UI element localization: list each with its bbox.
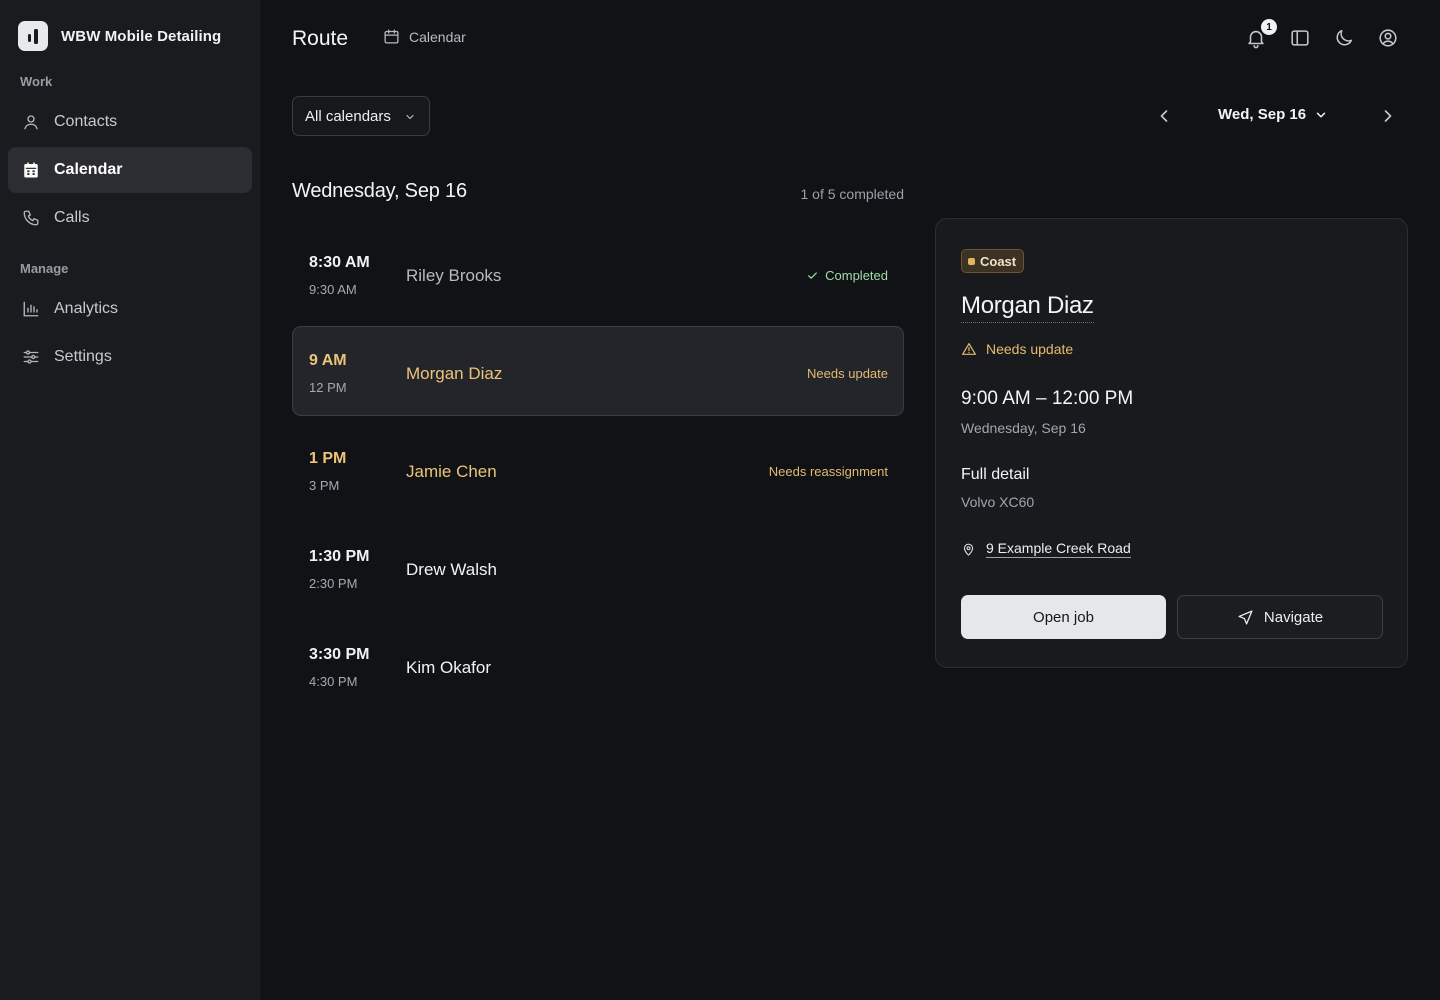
job-status-label: Needs update — [807, 366, 888, 381]
job-customer-name: Kim Okafor — [406, 658, 492, 677]
job-row[interactable]: 8:30 AM 9:30 AM Riley Brooks Completed — [292, 228, 904, 318]
navigate-button[interactable]: Navigate — [1177, 595, 1383, 639]
address-link[interactable]: 9 Example Creek Road — [961, 540, 1131, 558]
sidebar-item-calls[interactable]: Calls — [8, 195, 252, 241]
navigate-label: Navigate — [1263, 608, 1324, 626]
sidebar-item-label: Settings — [54, 348, 112, 365]
job-status-label: Needs reassignment — [768, 464, 888, 479]
sidebar-item-label: Contacts — [54, 113, 118, 130]
sidebar-item-analytics[interactable]: Analytics — [8, 286, 252, 332]
calendar-icon — [384, 29, 399, 44]
job-row[interactable]: 9 AM 12 PM Morgan Diaz Needs update — [292, 326, 904, 416]
sidebar-item-label: Calls — [54, 209, 90, 226]
notification-count-badge: 1 — [1261, 19, 1277, 35]
job-row[interactable]: 3:30 PM 4:30 PM Kim Okafor — [292, 620, 904, 710]
toggle-panel-button[interactable] — [1289, 27, 1311, 49]
open-job-label: Open job — [1033, 608, 1094, 626]
date-picker[interactable]: Wed, Sep 16 — [1218, 106, 1328, 123]
app-name: WBW Mobile Detailing — [61, 27, 222, 45]
map-pin-icon — [963, 543, 974, 556]
completion-progress: 1 of 5 completed — [800, 186, 904, 202]
section-label-work: Work — [20, 74, 53, 89]
job-start-time: 8:30 AM — [309, 254, 370, 271]
warning-icon — [962, 343, 976, 355]
region-tag: Coast — [961, 249, 1025, 273]
sidebar-item-calendar[interactable]: Calendar — [8, 147, 252, 193]
chevron-down-icon — [406, 114, 414, 120]
job-customer-name: Morgan Diaz — [406, 364, 503, 383]
job-row[interactable]: 1 PM 3 PM Jamie Chen Needs reassignment — [292, 424, 904, 514]
previous-day-button[interactable] — [1154, 106, 1174, 126]
sliders-icon — [23, 350, 39, 364]
theme-toggle-button[interactable] — [1333, 27, 1355, 49]
breadcrumb[interactable]: Calendar — [383, 28, 466, 45]
page-title: Route — [292, 27, 349, 50]
chevron-right-icon — [1384, 110, 1392, 122]
user-circle-icon — [1379, 29, 1397, 47]
chevron-down-icon — [1316, 111, 1326, 118]
tag-color-dot — [968, 257, 975, 265]
job-row[interactable]: 1:30 PM 2:30 PM Drew Walsh — [292, 522, 904, 612]
chevron-left-icon — [1160, 110, 1168, 122]
detail-date: Wednesday, Sep 16 — [961, 420, 1086, 436]
job-start-time: 1:30 PM — [309, 548, 370, 565]
sidebar-item-contacts[interactable]: Contacts — [8, 99, 252, 145]
detail-status: Needs update — [961, 341, 1073, 357]
current-date: Wed, Sep 16 — [1218, 106, 1307, 123]
detail-status-label: Needs update — [986, 341, 1074, 357]
breadcrumb-label: Calendar — [409, 28, 466, 45]
job-start-time: 1 PM — [309, 450, 347, 467]
region-tag-label: Coast — [980, 253, 1017, 269]
customer-name[interactable]: Morgan Diaz — [961, 292, 1094, 323]
job-status: Completed — [806, 268, 888, 283]
day-heading: Wednesday, Sep 16 — [292, 180, 467, 202]
app-logo-icon — [18, 21, 48, 51]
job-end-time: 2:30 PM — [309, 576, 358, 591]
job-status-label: Completed — [825, 268, 888, 283]
sidebar-panel-icon — [1291, 30, 1309, 46]
job-end-time: 9:30 AM — [309, 282, 357, 297]
sidebar-item-label: Analytics — [54, 300, 119, 317]
open-job-button[interactable]: Open job — [961, 595, 1166, 639]
phone-icon — [23, 210, 39, 226]
calendar-filter-value: All calendars — [305, 107, 391, 125]
job-end-time: 12 PM — [309, 380, 347, 395]
vehicle-name: Volvo XC60 — [961, 494, 1035, 510]
sidebar: WBW Mobile Detailing Work Contacts Calen… — [0, 0, 260, 1000]
user-icon — [24, 115, 38, 130]
job-customer-name: Drew Walsh — [406, 560, 497, 579]
sidebar-item-settings[interactable]: Settings — [8, 334, 252, 380]
moon-icon — [1336, 29, 1353, 46]
brand[interactable]: WBW Mobile Detailing — [18, 21, 221, 51]
service-name: Full detail — [961, 466, 1030, 483]
job-status: Needs reassignment — [769, 464, 888, 479]
section-label-manage: Manage — [20, 261, 69, 276]
job-end-time: 4:30 PM — [309, 674, 358, 689]
calendar-filter-select[interactable]: All calendars — [292, 96, 430, 136]
job-start-time: 3:30 PM — [309, 646, 370, 663]
calendar-icon — [24, 162, 38, 178]
job-end-time: 3 PM — [309, 478, 340, 493]
navigation-arrow-icon — [1238, 609, 1253, 625]
job-status: Needs update — [807, 366, 888, 381]
bar-chart-icon — [23, 301, 39, 317]
account-button[interactable] — [1377, 27, 1399, 49]
job-detail-panel: Coast Morgan Diaz Needs update 9:00 AM –… — [935, 218, 1408, 668]
job-customer-name: Riley Brooks — [406, 266, 502, 285]
check-icon — [808, 272, 818, 279]
job-customer-name: Jamie Chen — [406, 462, 497, 481]
sidebar-item-label: Calendar — [54, 161, 123, 178]
detail-time-range: 9:00 AM – 12:00 PM — [961, 388, 1134, 409]
address-text: 9 Example Creek Road — [986, 540, 1131, 558]
next-day-button[interactable] — [1378, 106, 1398, 126]
job-start-time: 9 AM — [309, 352, 347, 369]
